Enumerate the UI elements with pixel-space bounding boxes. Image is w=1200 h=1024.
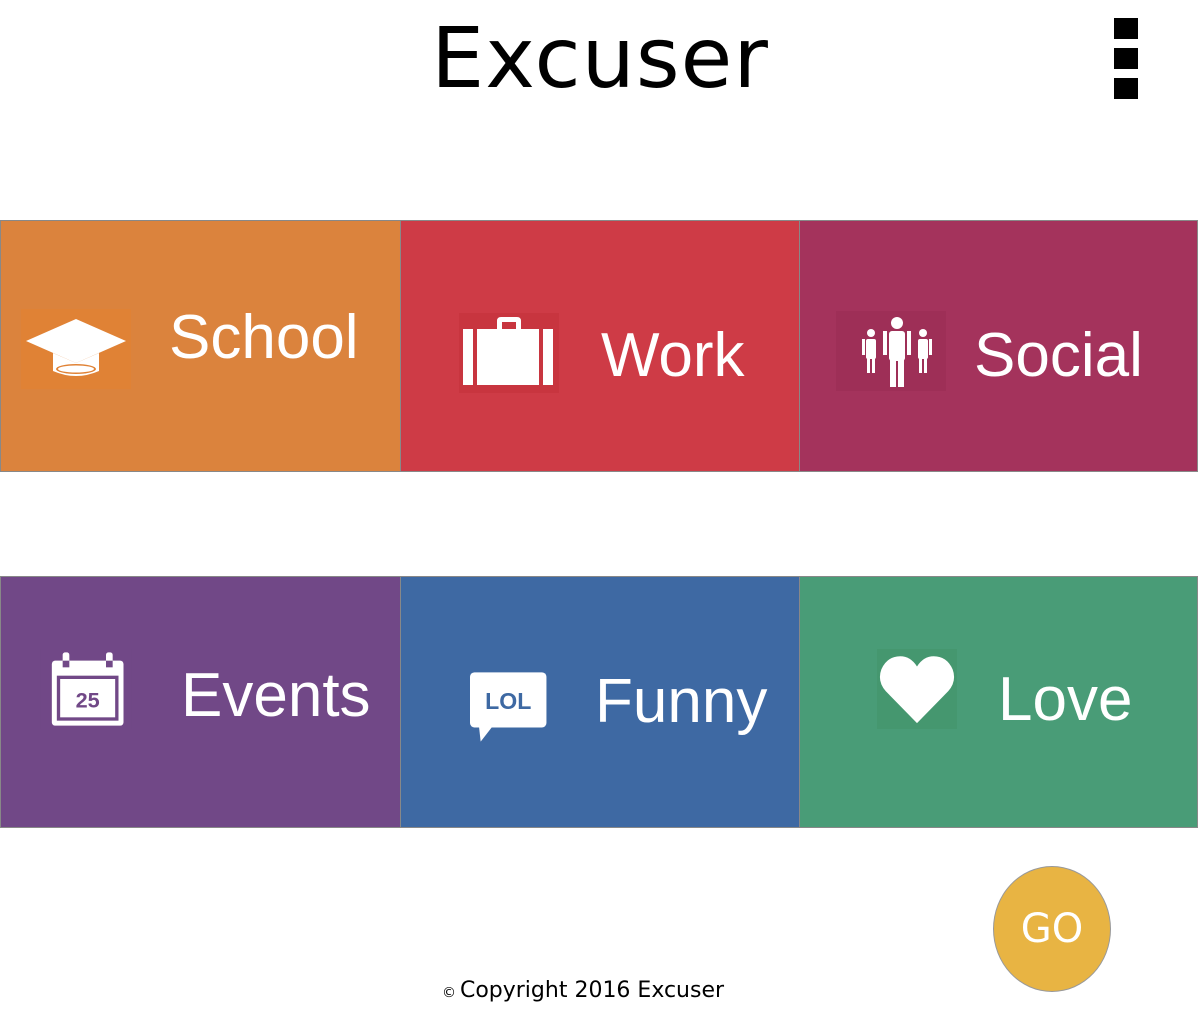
calendar-icon: 25 [40, 649, 132, 729]
app-title: Excuser [431, 9, 769, 107]
category-tile-work[interactable]: Work [400, 221, 799, 471]
category-tile-funny[interactable]: LOL Funny [400, 577, 799, 827]
lol-icon-text: LOL [485, 688, 531, 714]
people-icon [836, 311, 946, 391]
heart-icon [877, 649, 957, 729]
category-tile-love[interactable]: Love [799, 577, 1198, 827]
footer: © Copyright 2016 Excuser [0, 978, 1166, 1003]
category-label-social: Social [974, 321, 1143, 390]
category-row-1: School Work Social [0, 220, 1198, 472]
briefcase-icon [459, 313, 559, 393]
category-row-2: 25 Events LOL Funny Love [0, 576, 1198, 828]
copyright-icon: © [441, 985, 456, 1001]
category-label-love: Love [998, 665, 1133, 734]
copyright-text: Copyright 2016 Excuser [459, 978, 725, 1003]
category-label-funny: Funny [595, 667, 768, 736]
category-label-work: Work [601, 321, 745, 390]
calendar-icon-date: 25 [76, 687, 100, 712]
category-tile-social[interactable]: Social [799, 221, 1198, 471]
lol-speech-bubble-icon: LOL [461, 667, 559, 747]
category-label-events: Events [181, 661, 371, 730]
graduation-cap-icon [21, 309, 131, 389]
category-tile-events[interactable]: 25 Events [0, 577, 400, 827]
page: Excuser School Work Social 25 Events LOL… [0, 0, 1200, 1024]
category-label-school: School [169, 303, 359, 372]
go-button[interactable]: GO [993, 866, 1111, 992]
menu-button[interactable] [1114, 18, 1138, 100]
category-tile-school[interactable]: School [0, 221, 400, 471]
